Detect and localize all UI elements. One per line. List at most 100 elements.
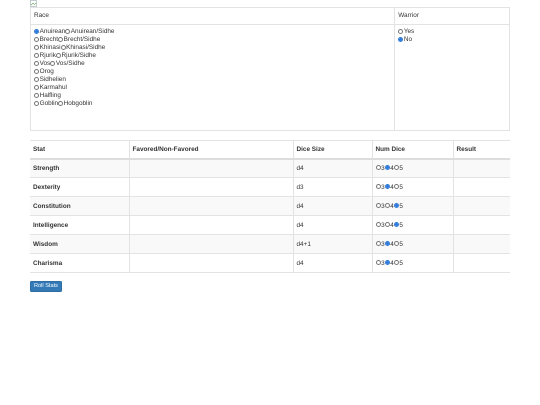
dice-size-cell: d4+1 [292, 234, 372, 254]
num-dice-cell: 345 [371, 215, 453, 235]
radio-label: Vos [39, 60, 51, 67]
dice-size-cell: d4 [292, 158, 372, 178]
dice-size-cell: d3 [292, 177, 372, 197]
dice-size-cell: d4 [292, 253, 372, 273]
radio-button[interactable] [34, 45, 39, 50]
race-option-line: Orog [34, 68, 391, 76]
radio-button[interactable] [375, 259, 381, 265]
radio-label: Hobgoblin [63, 100, 93, 107]
radio-label: Yes [403, 28, 415, 35]
warrior-options: Yes No [394, 24, 510, 131]
result-cell [452, 196, 510, 216]
radio-button[interactable] [34, 101, 39, 106]
radio-button[interactable] [34, 93, 39, 98]
radio-label: Karmahul [39, 84, 67, 91]
warrior-option-line: No [398, 36, 506, 44]
radio-button[interactable] [50, 61, 56, 66]
radio-button[interactable] [34, 61, 39, 66]
radio-button[interactable] [393, 165, 399, 171]
radio-label: Khinasi [39, 44, 61, 51]
favored-cell [128, 158, 293, 178]
radio-label: 5 [399, 221, 403, 229]
race-header: Race [29, 7, 396, 25]
radio-label: Anuirean/Sidhe [70, 28, 115, 35]
radio-button[interactable] [34, 85, 39, 90]
stat-name: Constitution [30, 196, 129, 216]
radio-label: 5 [399, 240, 403, 248]
radio-button[interactable] [375, 221, 381, 227]
radio-button[interactable] [375, 183, 381, 189]
result-cell [452, 158, 510, 178]
radio-button[interactable] [34, 53, 39, 58]
num-dice-cell: 345 [371, 177, 453, 197]
favored-cell [128, 253, 293, 273]
stats-header-row: Stat Favored/Non-Favored Dice Size Num D… [30, 140, 510, 160]
num-dice-column-header: Num Dice [371, 140, 453, 160]
radio-button[interactable] [375, 165, 381, 171]
radio-button[interactable] [34, 37, 39, 42]
race-option-line: Rjurik Rjurik/Sidhe [34, 52, 391, 60]
radio-button[interactable] [393, 221, 399, 227]
radio-button[interactable] [393, 240, 399, 246]
radio-button[interactable] [393, 202, 399, 208]
result-cell [452, 253, 510, 273]
radio-label: No [403, 36, 412, 43]
radio-button[interactable] [55, 53, 61, 58]
num-dice-radio-group: 345 [375, 165, 403, 172]
stat-name: Charisma [30, 253, 129, 273]
radio-button[interactable] [384, 202, 390, 208]
stat-name: Intelligence [30, 215, 129, 235]
favored-cell [128, 196, 293, 216]
result-column-header: Result [452, 140, 510, 160]
stat-row: Dexterity d3 3 4 5 [30, 177, 510, 197]
race-option-line: Khinasi Khinasi/Sidhe [34, 44, 391, 52]
radio-button[interactable] [398, 29, 404, 34]
radio-button[interactable] [58, 37, 64, 42]
num-dice-cell: 345 [371, 196, 453, 216]
radio-label: Orog [39, 68, 54, 75]
radio-button[interactable] [384, 240, 390, 246]
warrior-header: Warrior [394, 7, 510, 25]
radio-button[interactable] [384, 221, 390, 227]
stat-row: Constitution d4 3 4 5 [30, 196, 510, 216]
result-cell [452, 234, 510, 254]
radio-button[interactable] [375, 202, 381, 208]
result-cell [452, 215, 510, 235]
radio-label: Rjurik/Sidhe [61, 52, 96, 59]
radio-label: Anuirean [39, 28, 66, 35]
radio-button[interactable] [34, 29, 39, 34]
num-dice-radio-group: 345 [375, 221, 403, 229]
favored-column-header: Favored/Non-Favored [128, 140, 293, 160]
radio-button[interactable] [58, 101, 64, 106]
roll-stats-button[interactable]: Roll Stats [30, 281, 62, 292]
radio-button[interactable] [375, 240, 381, 246]
stat-row: Charisma d4 3 4 5 [30, 253, 510, 273]
radio-button[interactable] [393, 183, 399, 189]
radio-label: Brecht [39, 36, 59, 43]
race-option-line: Vos Vos/Sidhe [34, 60, 391, 68]
race-option-line: Sidhelien [34, 76, 391, 84]
num-dice-cell: 345 [371, 234, 453, 254]
race-options: Anuirean Anuirean/Sidhe Brecht Brecht/Sidhe… [29, 24, 396, 131]
radio-button[interactable] [384, 165, 390, 171]
race-option-line: Karmahul [34, 84, 391, 92]
dice-size-column-header: Dice Size [292, 140, 372, 160]
radio-button[interactable] [384, 183, 390, 189]
favored-cell [128, 215, 293, 235]
broken-image-icon [30, 0, 37, 7]
num-dice-cell: 345 [371, 253, 453, 273]
num-dice-cell: 345 [371, 158, 453, 178]
radio-label: Khinasi/Sidhe [66, 44, 106, 51]
num-dice-radio-group: 345 [375, 202, 403, 210]
result-cell [452, 177, 510, 197]
radio-button[interactable] [65, 29, 71, 34]
radio-button[interactable] [393, 259, 399, 265]
radio-button[interactable] [384, 259, 390, 265]
radio-button[interactable] [60, 45, 66, 50]
radio-label: Sidhelien [39, 76, 66, 83]
stat-name: Dexterity [30, 177, 129, 197]
radio-button[interactable] [398, 37, 404, 42]
radio-button[interactable] [34, 69, 39, 74]
radio-button[interactable] [34, 77, 39, 82]
race-option-line: Halfling [34, 92, 391, 100]
